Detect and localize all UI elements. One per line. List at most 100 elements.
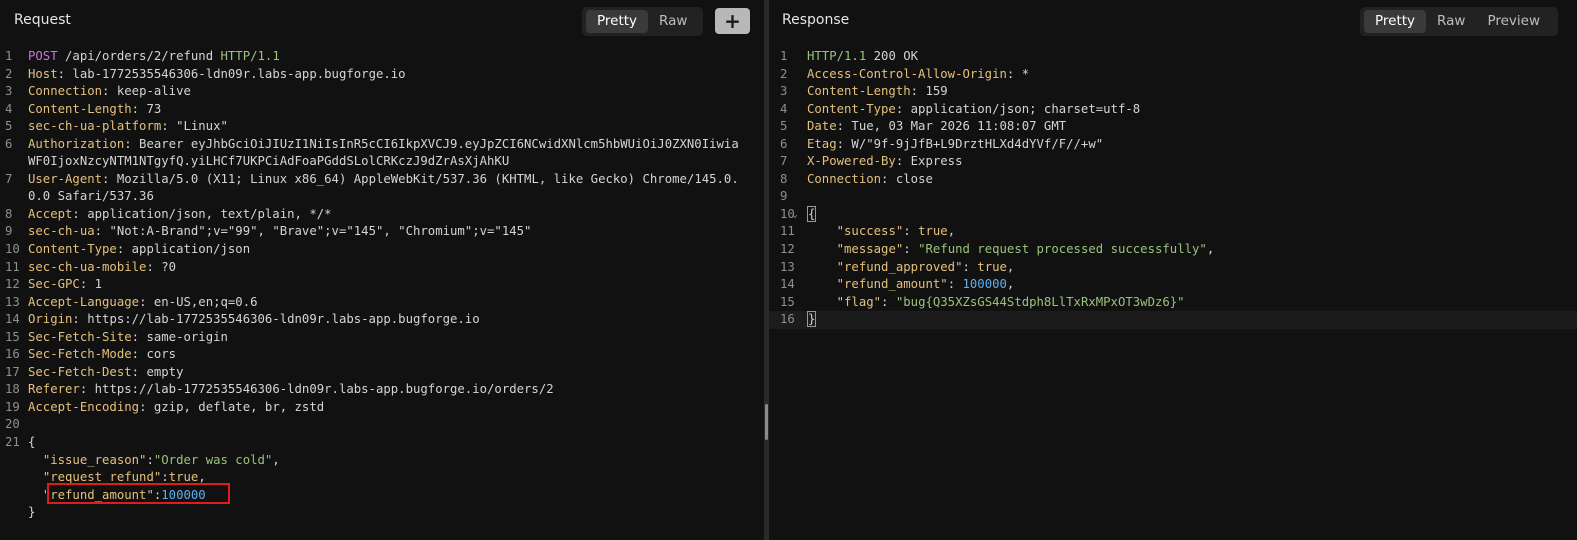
code-line: 12 "message": "Refund request processed … <box>769 241 1577 259</box>
line-number: 10 <box>780 206 795 221</box>
response-header: Response Pretty Raw Preview <box>769 0 1577 42</box>
code-line: 7 X-Powered-By: Express <box>769 153 1577 171</box>
request-view-toggle: Pretty Raw <box>582 7 703 36</box>
token-plain: : <box>962 259 978 274</box>
line-content: Content-Type: application/json; charset=… <box>807 101 1577 119</box>
token-hname: Connection <box>28 84 103 99</box>
token-jkey: "refund_approved" <box>836 259 963 274</box>
line-number: 2 <box>780 66 788 81</box>
token-plain: : same-origin <box>131 329 228 344</box>
add-button[interactable]: + <box>715 8 750 34</box>
token-jkey: "refund_amount" <box>42 487 154 502</box>
line-number: 20 <box>5 417 20 432</box>
token-hname: sec-ch-ua-mobile <box>28 259 147 274</box>
response-preview-tab[interactable]: Preview <box>1476 10 1551 33</box>
token-plain: { <box>28 435 36 450</box>
line-content: Sec-Fetch-Mode: cors <box>28 346 764 364</box>
token-plain: , <box>1006 259 1015 274</box>
token-jnum: 100000 <box>161 487 206 502</box>
token-plain: : application/json, text/plain, */* <box>72 206 332 221</box>
line-number: 14 <box>780 277 795 292</box>
code-line: 2 Host: lab-1772535546306-ldn09r.labs-app… <box>0 66 764 84</box>
code-line: 13 "refund_approved": true, <box>769 259 1577 277</box>
line-content: Sec-Fetch-Dest: empty <box>28 364 764 382</box>
token-hname: Connection <box>807 171 882 186</box>
line-number <box>0 469 28 487</box>
line-content: { <box>807 205 1577 224</box>
fold-chevron-icon[interactable]: ⌄ <box>792 206 798 224</box>
response-view-toggle: Pretty Raw Preview <box>1360 7 1558 36</box>
line-content <box>28 416 764 434</box>
line-number: 5 <box>780 119 788 134</box>
token-plain: : Bearer eyJhbGciOiJIUzI1NiIsInR5cCI6Ikp… <box>124 136 739 151</box>
token-plain: : <box>903 242 919 257</box>
code-line: 6 Authorization: Bearer eyJhbGciOiJIUzI1N… <box>0 136 764 154</box>
code-line: 1 HTTP/1.1 200 OK <box>769 48 1577 66</box>
token-plain: : "Not:A-Brand";v="99", "Brave";v="145",… <box>94 224 532 239</box>
token-hname: Sec-Fetch-Site <box>28 329 132 344</box>
line-number: 19 <box>5 399 20 414</box>
code-line: 3 Content-Length: 159 <box>769 83 1577 101</box>
code-line: "issue_reason":"Order was cold", <box>0 452 764 470</box>
token-proto: HTTP/1.1 <box>220 49 280 63</box>
line-content: } <box>807 311 1577 329</box>
line-content: Accept-Encoding: gzip, deflate, br, zstd <box>28 399 764 417</box>
request-editor[interactable]: 1 POST /api/orders/2/refund HTTP/1.1 2 Host… <box>0 48 764 522</box>
line-number: 7 <box>780 154 788 169</box>
line-number: 6 <box>5 136 13 151</box>
token-hname: Accept-Language <box>28 294 140 309</box>
token-plain: : lab-1772535546306-ldn09r.labs-app.bugf… <box>57 66 406 81</box>
line-number: 8 <box>5 206 13 221</box>
request-header: Request Pretty Raw + <box>0 0 764 42</box>
token-jstr: "bug{Q35XZsGS44Stdph8LlTxRxMPxOT3wDz6}" <box>895 294 1185 309</box>
token-hname: Origin <box>28 312 73 327</box>
token-plain: : keep-alive <box>102 84 191 99</box>
token-plain: : <box>161 470 169 485</box>
line-number: 1 <box>780 49 788 63</box>
line-content: Content-Length: 73 <box>28 101 764 119</box>
response-raw-tab[interactable]: Raw <box>1426 10 1476 33</box>
token-hname: Referer <box>28 382 80 397</box>
line-content: Host: lab-1772535546306-ldn09r.labs-app.… <box>28 66 764 84</box>
code-line: 17 Sec-Fetch-Dest: empty <box>0 364 764 382</box>
response-pretty-tab[interactable]: Pretty <box>1364 10 1427 33</box>
line-number: 9 <box>780 189 788 204</box>
line-content: 0.0 Safari/537.36 <box>28 188 764 206</box>
code-line: 14 "refund_amount": 100000, <box>769 276 1577 294</box>
divider-handle[interactable] <box>765 404 768 440</box>
token-jkey: "refund_amount" <box>836 277 948 292</box>
request-raw-tab[interactable]: Raw <box>648 10 698 33</box>
token-plain: : ?0 <box>146 259 177 274</box>
token-plain: WF0IjoxNzcyNTM1NTgyfQ.yiLHCf7UKPCiAdFoaP… <box>28 154 510 169</box>
line-content: } <box>28 504 764 522</box>
line-content: Sec-Fetch-Site: same-origin <box>28 329 764 347</box>
line-number: 1 <box>5 49 13 63</box>
token-jbool: true <box>168 470 199 485</box>
line-content: Etag: W/"9f-9jJfB+L9DrztHLXd4dYVf/F//+w" <box>807 136 1577 154</box>
token-hname: X-Powered-By <box>807 154 896 169</box>
token-plain: /api/orders/2/refund <box>57 49 221 63</box>
line-number: 4 <box>780 101 788 116</box>
token-method: POST <box>28 49 58 63</box>
token-jstr: "Order was cold" <box>153 452 273 467</box>
token-jkey: "request_refund" <box>42 470 162 485</box>
code-line: 15 Sec-Fetch-Site: same-origin <box>0 329 764 347</box>
line-content: "flag": "bug{Q35XZsGS44Stdph8LlTxRxMPxOT… <box>807 294 1577 312</box>
token-plain: : 73 <box>131 101 162 116</box>
line-number: 11 <box>5 259 20 274</box>
token-plain: : 159 <box>910 84 948 99</box>
line-content: { <box>28 434 764 452</box>
request-pretty-tab[interactable]: Pretty <box>586 10 649 33</box>
token-jbool: true <box>977 259 1007 274</box>
token-plain: , <box>947 224 956 239</box>
line-number: 6 <box>780 136 788 151</box>
line-number: 14 <box>5 312 20 327</box>
token-plain: : 1 <box>79 277 103 292</box>
line-content: Content-Type: application/json <box>28 241 764 259</box>
token-plain: : application/json; charset=utf-8 <box>895 101 1141 116</box>
code-line: 9 sec-ch-ua: "Not:A-Brand";v="99", "Brave… <box>0 223 764 241</box>
